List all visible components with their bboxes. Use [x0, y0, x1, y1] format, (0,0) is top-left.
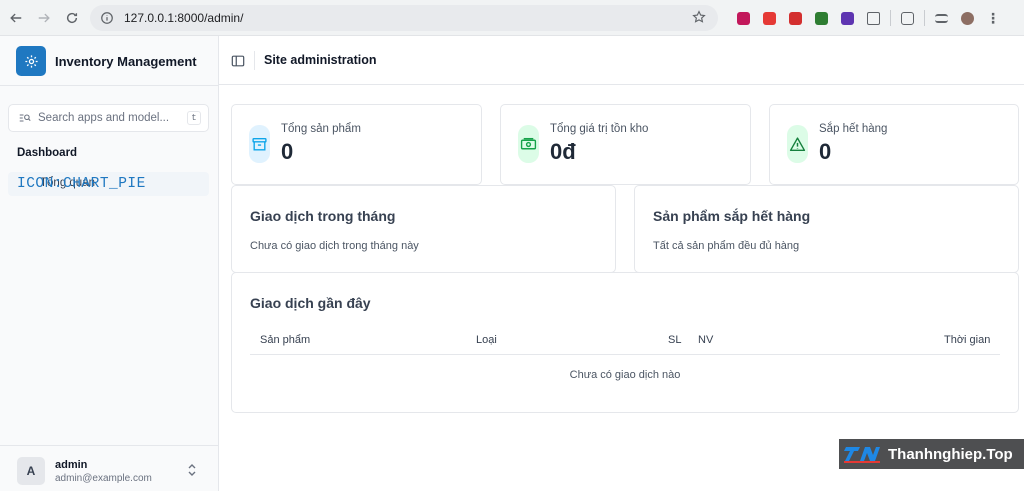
sidebar-item-overview[interactable]: Tổng quan ICON:CHART_PIE — [8, 172, 209, 196]
search-icon — [19, 114, 31, 122]
toolbar-divider — [920, 8, 928, 28]
extension-icon[interactable] — [756, 8, 782, 28]
column-header-type[interactable]: Loại — [476, 334, 497, 346]
stat-label: Tổng sản phẩm — [281, 123, 361, 135]
stat-label: Tổng giá trị tồn kho — [550, 123, 649, 135]
page-title: Site administration — [264, 53, 377, 67]
warning-triangle-icon — [787, 125, 808, 163]
panel-empty-text: Chưa có giao dịch trong tháng này — [250, 240, 419, 252]
back-icon[interactable] — [2, 4, 30, 32]
stat-card-total-products: Tổng sản phẩm 0 — [231, 104, 482, 185]
gear-icon — [16, 46, 46, 76]
site-info-icon[interactable] — [100, 11, 114, 25]
divider — [0, 85, 219, 86]
avatar[interactable]: A — [17, 457, 45, 485]
brand-title: Inventory Management — [55, 53, 197, 69]
search-input[interactable]: Search apps and model... t — [8, 104, 209, 132]
search-shortcut-key: t — [187, 111, 201, 125]
extensions-bar: ⋮ — [730, 8, 1006, 28]
user-name: admin — [55, 459, 88, 471]
menu-kebab-icon[interactable]: ⋮ — [980, 8, 1006, 28]
watermark-text: Thanhnghiep.Top — [888, 445, 1013, 463]
sidebar: Inventory Management Search apps and mod… — [0, 36, 219, 491]
stat-value: 0đ — [550, 139, 576, 164]
user-email: admin@example.com — [55, 473, 152, 484]
sidebar-toggle-icon[interactable] — [231, 54, 245, 68]
panel-title: Sản phẩm sắp hết hàng — [653, 208, 811, 224]
panel-title: Giao dịch trong tháng — [250, 208, 396, 224]
column-header-time[interactable]: Thời gian — [944, 334, 990, 346]
nav-section-title: Dashboard — [17, 147, 78, 159]
extension-icon[interactable] — [808, 8, 834, 28]
chart-pie-icon: ICON:CHART_PIE — [17, 176, 146, 192]
column-header-product[interactable]: Sản phẩm — [260, 334, 310, 346]
table-header-divider — [250, 354, 1000, 355]
monthly-transactions-panel: Giao dịch trong tháng Chưa có giao dịch … — [231, 185, 616, 273]
browser-toolbar: 127.0.0.1:8000/admin/ ⋮ — [0, 0, 1024, 36]
bookmark-star-icon[interactable] — [692, 10, 706, 24]
extension-icon[interactable] — [730, 8, 756, 28]
banknote-icon — [518, 125, 539, 163]
profile-avatar-icon[interactable] — [954, 8, 980, 28]
panel-empty-text: Tất cả sản phẩm đều đủ hàng — [653, 240, 800, 252]
stat-value: 0 — [819, 139, 832, 164]
chevron-up-down-icon[interactable] — [186, 463, 198, 477]
watermark-logo — [842, 443, 882, 465]
watermark: Thanhnghiep.Top — [839, 439, 1024, 469]
page-header: Site administration — [219, 36, 1024, 85]
url-text: 127.0.0.1:8000/admin/ — [124, 11, 244, 25]
stat-card-low-stock: Sắp hết hàng 0 — [769, 104, 1019, 185]
divider — [254, 51, 255, 70]
reading-list-icon[interactable] — [928, 8, 954, 28]
reload-icon[interactable] — [58, 4, 86, 32]
forward-icon[interactable] — [30, 4, 58, 32]
stat-label: Sắp hết hàng — [819, 123, 888, 135]
recent-transactions-panel: Giao dịch gần đây Sản phẩm Loại SL NV Th… — [231, 272, 1019, 413]
extensions-puzzle-icon[interactable] — [860, 8, 886, 28]
panel-title: Giao dịch gần đây — [250, 295, 371, 311]
low-stock-products-panel: Sản phẩm sắp hết hàng Tất cả sản phẩm đề… — [634, 185, 1019, 273]
divider — [0, 445, 219, 446]
toolbar-divider — [886, 8, 894, 28]
stat-value: 0 — [281, 139, 294, 164]
stat-card-inventory-value: Tổng giá trị tồn kho 0đ — [500, 104, 751, 185]
brand[interactable]: Inventory Management — [16, 46, 197, 76]
extension-icon[interactable] — [782, 8, 808, 28]
search-tabs-icon[interactable] — [894, 8, 920, 28]
address-bar[interactable]: 127.0.0.1:8000/admin/ — [90, 5, 718, 31]
search-placeholder: Search apps and model... — [38, 112, 170, 124]
archive-box-icon — [249, 125, 270, 163]
column-header-qty[interactable]: SL — [668, 334, 681, 346]
column-header-staff[interactable]: NV — [698, 334, 713, 346]
extension-icon[interactable] — [834, 8, 860, 28]
table-empty-message: Chưa có giao dịch nào — [569, 369, 681, 381]
